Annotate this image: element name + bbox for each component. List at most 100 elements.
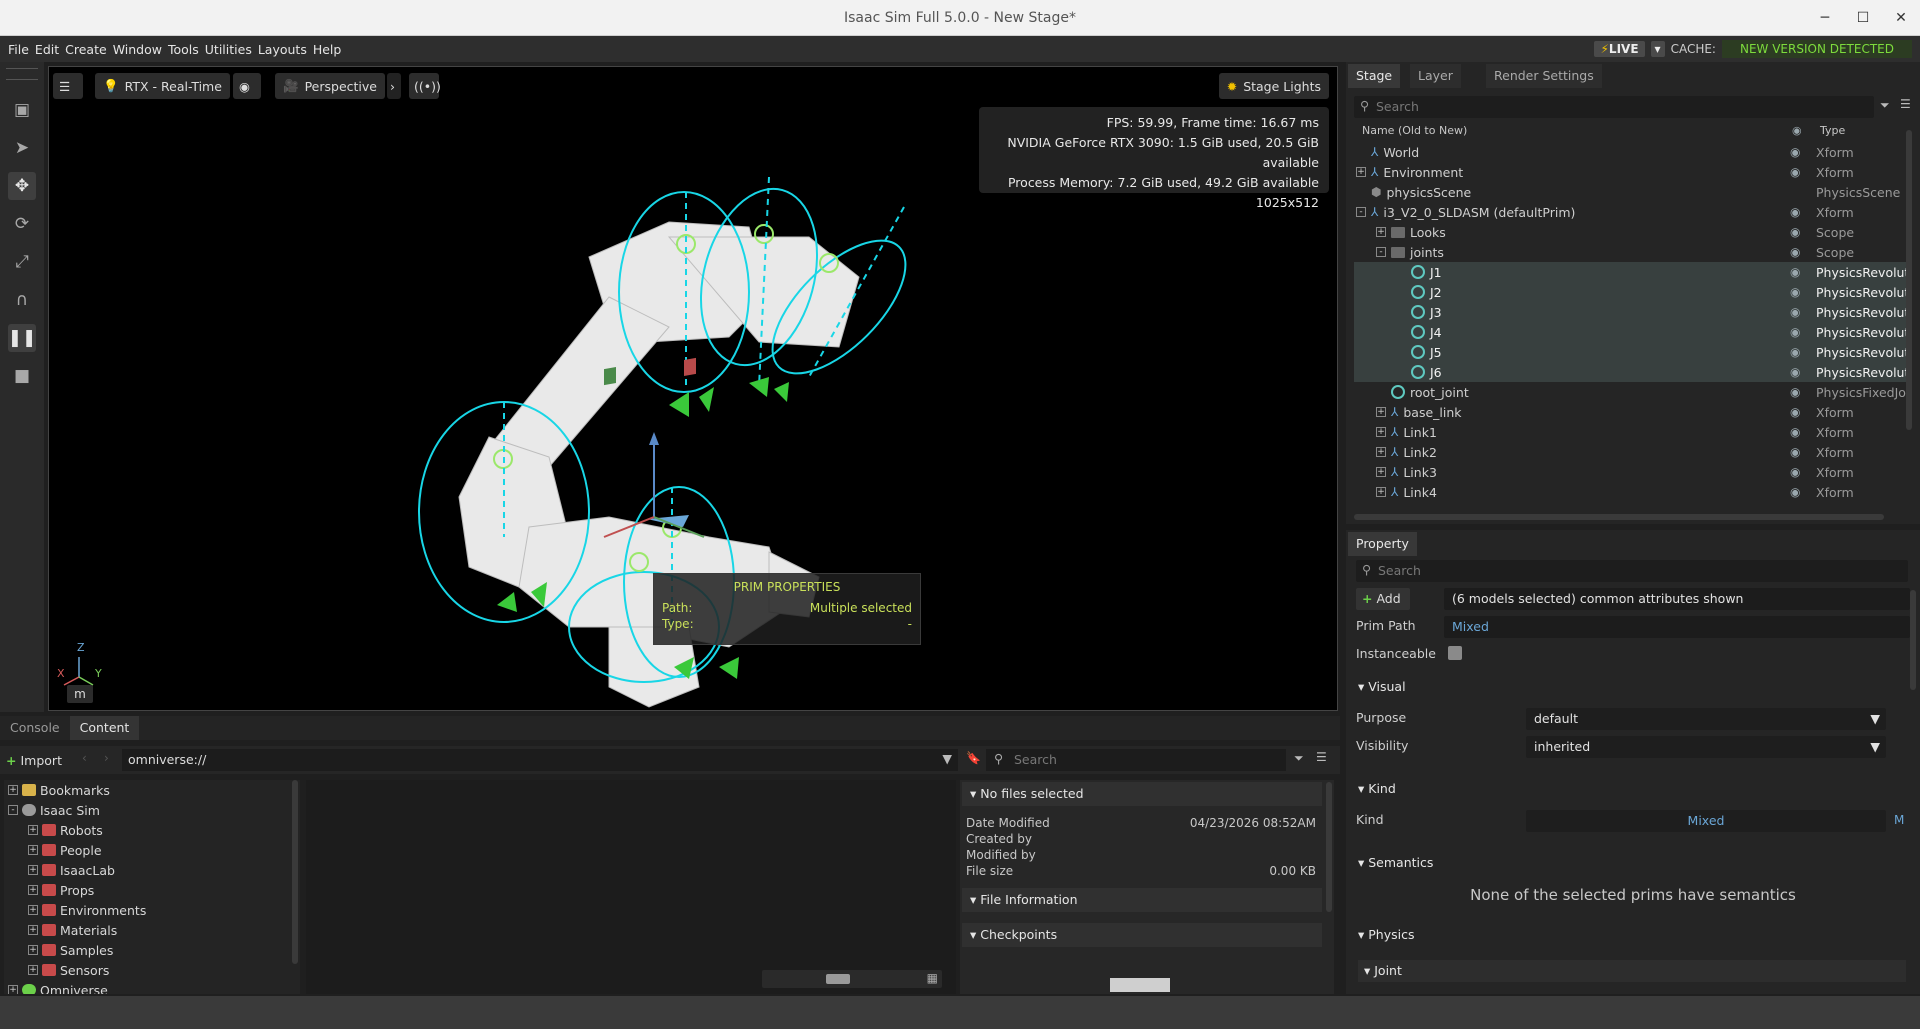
menu-file[interactable]: File [8,42,29,57]
unit-indicator[interactable]: m [67,685,93,703]
visibility-eye-icon[interactable]: ◉ [1790,405,1800,419]
content-tree-item[interactable]: + Environments [28,900,146,920]
visibility-eye-icon[interactable]: ◉ [1790,385,1800,399]
expand-icon[interactable]: + [28,905,38,915]
expand-icon[interactable]: + [28,865,38,875]
stage-menu-icon[interactable]: ☰ [1900,97,1911,111]
visibility-eye-icon[interactable]: ◉ [1790,265,1800,279]
collapse-icon[interactable]: - [1356,207,1366,217]
visibility-eye-icon[interactable]: ◉ [1790,465,1800,479]
expand-icon[interactable]: + [28,825,38,835]
info-scrollbar[interactable] [1326,782,1332,912]
visibility-eye-icon[interactable]: ◉ [1790,325,1800,339]
import-button[interactable]: + Import [6,750,62,770]
visibility-eye-icon[interactable]: ◉ [1790,425,1800,439]
expand-icon[interactable]: + [1376,407,1386,417]
path-field[interactable]: omniverse:// ▼ [122,749,958,771]
file-browser-pane[interactable]: ▦ [306,780,956,994]
menu-tools[interactable]: Tools [168,42,199,57]
kind-section-header[interactable]: ▾ Kind [1352,778,1908,800]
visibility-select[interactable]: inherited ▼ [1526,736,1886,758]
stage-row[interactable]: + ⅄ Environment ◉ Xform [1354,162,1906,182]
stage-row[interactable]: +J3 ◉ PhysicsRevoluteJoint [1354,302,1906,322]
content-search-input[interactable]: ⚲ Search [986,749,1286,771]
instanceable-checkbox[interactable] [1448,646,1462,660]
menu-help[interactable]: Help [313,42,342,57]
col-visibility-icon[interactable]: ◉ [1792,124,1802,137]
stage-row[interactable]: + ⅄ Link1 ◉ Xform [1354,422,1906,442]
expand-icon[interactable]: + [1376,487,1386,497]
expand-icon[interactable]: + [28,965,38,975]
property-scrollbar[interactable] [1910,590,1916,690]
filter-icon[interactable]: ⏷ [1880,98,1890,113]
tab-console[interactable]: Console [0,716,70,740]
content-tree-item[interactable]: + Omniverse [8,980,108,994]
new-version-badge[interactable]: NEW VERSION DETECTED [1721,40,1912,58]
stage-row[interactable]: +J4 ◉ PhysicsRevoluteJoint [1354,322,1906,342]
tab-stage[interactable]: Stage [1348,64,1401,88]
no-files-section[interactable]: ▾ No files selected [962,782,1322,806]
add-button[interactable]: + Add [1356,588,1410,610]
viewport[interactable]: ☰ 💡 RTX - Real-Time ◉ 🎥 Perspective › ((•)… [48,66,1338,711]
tab-render-settings[interactable]: Render Settings [1486,64,1602,88]
live-dropdown-icon[interactable]: ▾ [1650,41,1665,57]
stage-row[interactable]: +⬢physicsScenePhysicsScene [1354,182,1906,202]
checkpoints-section[interactable]: ▾ Checkpoints [962,923,1322,947]
semantics-section-header[interactable]: ▾ Semantics [1352,852,1908,874]
content-tree-item[interactable]: + Materials [28,920,117,940]
file-information-section[interactable]: ▾ File Information [962,888,1322,912]
content-tree-item[interactable]: + Samples [28,940,113,960]
purpose-select[interactable]: default ▼ [1526,708,1886,730]
visibility-eye-icon[interactable]: ◉ [1790,225,1800,239]
content-tree-item[interactable]: + IsaacLab [28,860,115,880]
content-tree-item[interactable]: + Bookmarks [8,780,110,800]
visibility-eye-icon[interactable]: ◉ [1790,365,1800,379]
bookmark-icon[interactable]: 🔖 [966,751,981,765]
visibility-eye-icon[interactable]: ◉ [1790,205,1800,219]
stage-row[interactable]: +root_joint ◉ PhysicsFixedJoint [1354,382,1906,402]
grid-view-icon[interactable]: ▦ [927,971,938,985]
col-type-header[interactable]: Type [1820,124,1845,137]
visibility-eye-icon[interactable]: ◉ [1790,165,1800,179]
visibility-eye-icon[interactable]: ◉ [1790,145,1800,159]
expand-icon[interactable]: + [28,945,38,955]
menu-window[interactable]: Window [113,42,162,57]
scale-icon[interactable]: ⤢ [8,248,36,276]
content-tree-item[interactable]: + Robots [28,820,103,840]
rotate-icon[interactable]: ⟳ [8,210,36,238]
minimize-icon[interactable]: ─ [1806,0,1844,36]
stage-scrollbar[interactable] [1906,130,1912,430]
collapse-icon[interactable]: - [1376,247,1386,257]
pause-icon[interactable]: ❚❚ [8,324,36,352]
visibility-eye-icon[interactable]: ◉ [1790,305,1800,319]
visibility-eye-icon[interactable]: ◉ [1790,285,1800,299]
path-dropdown-icon[interactable]: ▼ [942,751,952,766]
expand-icon[interactable]: + [8,785,18,795]
content-tree-item[interactable]: + Sensors [28,960,109,980]
visibility-eye-icon[interactable]: ◉ [1790,485,1800,499]
stage-search-input[interactable]: ⚲ Search [1354,96,1874,118]
collapse-icon[interactable]: - [8,805,18,815]
stage-row[interactable]: +J6 ◉ PhysicsRevoluteJoint [1354,362,1906,382]
stage-row[interactable]: - joints ◉ Scope [1354,242,1906,262]
kind-field[interactable]: Mixed [1526,810,1886,832]
expand-icon[interactable]: + [28,885,38,895]
expand-icon[interactable]: + [28,845,38,855]
expand-icon[interactable]: + [1376,427,1386,437]
menu-create[interactable]: Create [65,42,107,57]
stage-row[interactable]: + ⅄ Link2 ◉ Xform [1354,442,1906,462]
thumbnail-size-slider[interactable]: ▦ [762,970,942,988]
tab-content[interactable]: Content [69,716,140,740]
stage-row[interactable]: + ⅄ base_link ◉ Xform [1354,402,1906,422]
physics-section-header[interactable]: ▾ Physics [1352,924,1908,946]
stage-row[interactable]: + ⅄ Link4 ◉ Xform [1354,482,1906,502]
maximize-icon[interactable]: ☐ [1844,0,1882,36]
menu-utilities[interactable]: Utilities [205,42,252,57]
menu-edit[interactable]: Edit [35,42,59,57]
stage-row[interactable]: + Looks ◉ Scope [1354,222,1906,242]
col-name-header[interactable]: Name (Old to New) [1362,124,1467,137]
slider-thumb[interactable] [826,974,850,984]
stage-hscrollbar[interactable] [1354,514,1884,520]
tab-property[interactable]: Property [1348,532,1417,556]
expand-icon[interactable]: + [1376,447,1386,457]
